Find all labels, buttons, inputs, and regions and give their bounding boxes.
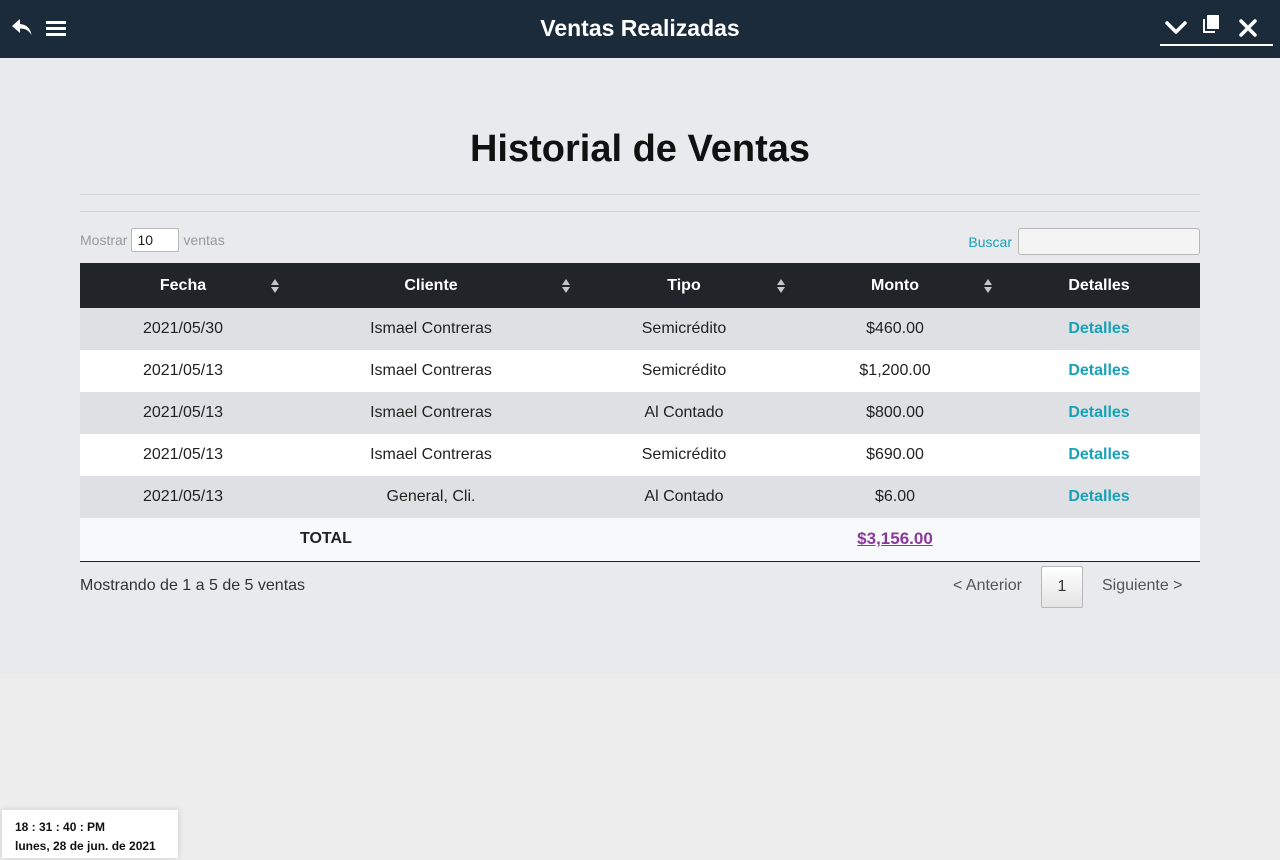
window-controls-underline xyxy=(1160,44,1273,46)
details-link[interactable]: Detalles xyxy=(1068,488,1129,505)
chevron-down-icon[interactable] xyxy=(1163,16,1189,40)
table-row: 2021/05/30 Ismael Contreras Semicrédito … xyxy=(80,308,1200,350)
table-header-row: Fecha Cliente Tipo Monto Detalles xyxy=(80,263,1200,308)
column-header-fecha[interactable]: Fecha xyxy=(80,263,286,308)
search-label: Buscar xyxy=(968,233,1012,250)
cell-fecha: 2021/05/13 xyxy=(80,392,286,434)
page-length-input[interactable] xyxy=(131,228,180,252)
table-info: Mostrando de 1 a 5 de 5 ventas xyxy=(80,577,306,594)
total-cell: $3,156.00 xyxy=(792,518,998,562)
restore-window-icon[interactable] xyxy=(1199,12,1223,36)
cell-tipo: Semicrédito xyxy=(576,350,792,392)
search-input[interactable] xyxy=(1018,228,1200,255)
page-title: Historial de Ventas xyxy=(469,128,810,170)
cell-monto: $690.00 xyxy=(792,434,998,476)
column-header-cliente[interactable]: Cliente xyxy=(286,263,576,308)
cell-fecha: 2021/05/30 xyxy=(80,308,286,350)
title-bar: Ventas Realizadas xyxy=(0,0,1280,58)
column-header-tipo[interactable]: Tipo xyxy=(576,263,792,308)
cell-detalles: Detalles xyxy=(998,476,1200,518)
cell-detalles: Detalles xyxy=(998,308,1200,350)
cell-detalles: Detalles xyxy=(998,392,1200,434)
pagination-previous[interactable]: < Anterior xyxy=(953,577,1022,595)
window-title: Ventas Realizadas xyxy=(540,15,740,41)
sort-icon xyxy=(271,279,279,293)
cell-tipo: Al Contado xyxy=(576,476,792,518)
show-suffix: ventas xyxy=(183,232,225,248)
table-row: 2021/05/13 General, Cli. Al Contado $6.0… xyxy=(80,476,1200,518)
cell-cliente: Ismael Contreras xyxy=(286,434,576,476)
cell-fecha: 2021/05/13 xyxy=(80,434,286,476)
table-row: 2021/05/13 Ismael Contreras Semicrédito … xyxy=(80,350,1200,392)
details-link[interactable]: Detalles xyxy=(1068,446,1129,463)
cell-detalles: Detalles xyxy=(998,350,1200,392)
clock-date: lunes, 28 de jun. de 2021 xyxy=(15,839,156,853)
cell-tipo: Semicrédito xyxy=(576,434,792,476)
clock-time: 18 : 31 : 40 : PM xyxy=(15,820,106,834)
sort-icon xyxy=(562,279,570,293)
divider xyxy=(80,211,1200,212)
main-content: Historial de Ventas Mostrar ventas Busca… xyxy=(0,58,1280,674)
column-header-monto[interactable]: Monto xyxy=(792,263,998,308)
cell-detalles: Detalles xyxy=(998,434,1200,476)
search-control: Buscar xyxy=(968,228,1200,255)
cell-tipo: Al Contado xyxy=(576,392,792,434)
cell-cliente: General, Cli. xyxy=(286,476,576,518)
cell-tipo: Semicrédito xyxy=(576,308,792,350)
cell-monto: $460.00 xyxy=(792,308,998,350)
clock-widget: 18 : 31 : 40 : PM lunes, 28 de jun. de 2… xyxy=(2,810,178,858)
total-amount-link[interactable]: $3,156.00 xyxy=(857,529,933,548)
details-link[interactable]: Detalles xyxy=(1068,404,1129,421)
close-icon[interactable] xyxy=(1236,16,1260,40)
show-label: Mostrar xyxy=(80,232,128,248)
total-label: TOTAL xyxy=(80,518,576,562)
pagination-next[interactable]: Siguiente > xyxy=(1102,577,1183,595)
details-link[interactable]: Detalles xyxy=(1068,362,1129,379)
sales-table: Fecha Cliente Tipo Monto Detalles 2021/0… xyxy=(80,263,1200,562)
cell-monto: $800.00 xyxy=(792,392,998,434)
table-row: 2021/05/13 Ismael Contreras Al Contado $… xyxy=(80,392,1200,434)
total-row: TOTAL $3,156.00 xyxy=(80,518,1200,562)
column-header-detalles: Detalles xyxy=(998,263,1200,308)
divider xyxy=(80,194,1200,195)
table-row: 2021/05/13 Ismael Contreras Semicrédito … xyxy=(80,434,1200,476)
cell-cliente: Ismael Contreras xyxy=(286,350,576,392)
cell-fecha: 2021/05/13 xyxy=(80,476,286,518)
page-length-control: Mostrar ventas xyxy=(80,228,225,252)
sort-icon xyxy=(777,279,785,293)
cell-cliente: Ismael Contreras xyxy=(286,392,576,434)
details-link[interactable]: Detalles xyxy=(1068,320,1129,337)
cell-monto: $1,200.00 xyxy=(792,350,998,392)
cell-cliente: Ismael Contreras xyxy=(286,308,576,350)
cell-fecha: 2021/05/13 xyxy=(80,350,286,392)
cell-monto: $6.00 xyxy=(792,476,998,518)
pagination-page-1[interactable]: 1 xyxy=(1041,566,1083,608)
sort-icon xyxy=(984,279,992,293)
